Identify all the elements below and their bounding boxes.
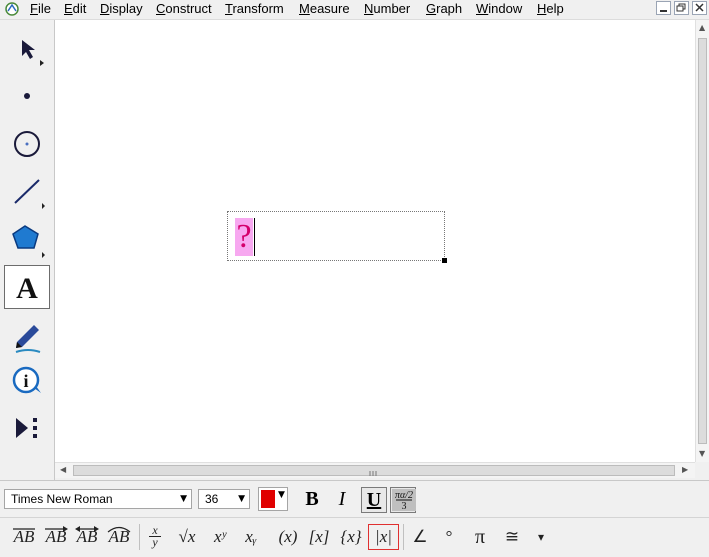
tool-polygon[interactable] — [4, 218, 50, 262]
menu-window[interactable]: Window — [474, 1, 524, 17]
line-notation-button[interactable]: AB — [73, 524, 101, 550]
text-color-swatch — [261, 490, 275, 508]
svg-text:πα/2: πα/2 — [395, 490, 413, 501]
menu-help[interactable]: Help — [535, 1, 566, 17]
text-tool-label: A — [16, 272, 38, 305]
absolute-value-button[interactable]: |x| — [368, 524, 399, 550]
text-palette: Times New Roman ▼ 36 ▼ ▼ B I U πα/2 3 AB… — [0, 480, 709, 557]
restore-button[interactable] — [674, 1, 689, 15]
chevron-down-icon: ▼ — [238, 494, 245, 504]
text-tool-icon: A — [16, 272, 38, 305]
degree-symbol-button[interactable]: ° — [438, 524, 460, 550]
divider — [403, 524, 404, 550]
congruent-symbol-button[interactable]: ≅ — [500, 524, 524, 550]
math-format-button[interactable]: πα/2 3 — [390, 487, 416, 513]
menu-transform[interactable]: Transform — [223, 1, 286, 17]
fraction-button[interactable]: x y — [146, 524, 164, 551]
text-caption-box[interactable]: ? — [227, 211, 447, 263]
chevron-down-icon: ▼ — [180, 494, 187, 504]
font-size-value: 36 — [205, 492, 219, 506]
information-icon: i — [12, 366, 41, 394]
toolbox: A i — [0, 20, 55, 480]
braces-button[interactable]: {x} — [337, 524, 365, 550]
parentheses-button[interactable]: (x) — [274, 524, 302, 550]
tool-information[interactable]: i — [4, 360, 50, 404]
arc-notation-button[interactable]: AB — [105, 524, 133, 550]
straightedge-icon — [14, 179, 45, 209]
math-symbols-row: AB AB AB AB x y √x xʸ xᵧ (x) [x] {x} |x|… — [0, 517, 709, 555]
svg-text:3: 3 — [402, 501, 407, 512]
polygon-icon — [12, 225, 45, 258]
minimize-button[interactable] — [656, 1, 671, 15]
custom-tool-icon — [16, 418, 37, 438]
scroll-left-icon[interactable]: ◀ — [60, 465, 66, 474]
math-format-icon: πα/2 3 — [392, 489, 416, 512]
superscript-button[interactable]: xʸ — [206, 524, 234, 550]
menu-construct[interactable]: Construct — [154, 1, 214, 17]
menu-number[interactable]: Number — [362, 1, 412, 17]
close-icon — [695, 3, 704, 12]
font-size-select[interactable]: 36 ▼ — [198, 489, 250, 509]
subscript-button[interactable]: xᵧ — [238, 524, 264, 550]
resize-handle[interactable] — [442, 258, 447, 263]
restore-icon — [676, 3, 686, 12]
tool-marker[interactable] — [4, 314, 50, 358]
sketchpad-app-icon — [5, 2, 19, 16]
tool-point[interactable] — [4, 74, 50, 118]
horizontal-scroll-thumb[interactable] — [73, 465, 675, 476]
marker-pen-icon — [15, 325, 41, 353]
scroll-down-icon[interactable]: ▼ — [699, 449, 705, 458]
tool-custom[interactable] — [4, 406, 50, 450]
more-symbols-button[interactable]: ▾ — [532, 524, 550, 550]
minimize-icon — [660, 10, 667, 12]
tool-compass[interactable] — [4, 122, 50, 166]
text-cursor — [254, 218, 255, 256]
scroll-up-icon[interactable]: ▲ — [699, 23, 705, 32]
chevron-down-icon: ▼ — [278, 490, 285, 500]
scroll-right-icon[interactable]: ▶ — [682, 465, 688, 474]
compass-circle-icon — [14, 131, 40, 157]
selection-arrow-icon — [22, 40, 44, 66]
brackets-button[interactable]: [x] — [305, 524, 333, 550]
horizontal-scrollbar[interactable]: ◀ ▶ — [55, 462, 695, 478]
math-placeholder[interactable]: ? — [235, 218, 253, 256]
text-color-button[interactable]: ▼ — [258, 487, 288, 511]
vertical-scrollbar[interactable]: ▲ ▼ — [695, 20, 709, 462]
arc-icon — [107, 526, 131, 533]
font-family-value: Times New Roman — [11, 492, 113, 506]
italic-button[interactable]: I — [329, 486, 355, 512]
menu-file[interactable]: File — [28, 1, 53, 17]
ray-arrow-icon — [45, 526, 68, 532]
line-arrows-icon — [75, 526, 99, 532]
tool-text[interactable]: A — [4, 265, 50, 309]
menu-edit[interactable]: Edit — [62, 1, 88, 17]
angle-symbol-button[interactable]: ∠ — [408, 524, 432, 550]
point-icon — [24, 93, 30, 99]
menu-bar: File Edit Display Construct Transform Me… — [0, 0, 709, 20]
underline-button[interactable]: U — [361, 487, 387, 513]
vertical-scroll-thumb[interactable] — [698, 38, 707, 444]
ray-notation-button[interactable]: AB — [42, 524, 70, 550]
menu-measure[interactable]: Measure — [297, 1, 352, 17]
segment-line-icon — [13, 528, 35, 530]
bold-button[interactable]: B — [299, 486, 325, 512]
information-label: i — [23, 371, 28, 391]
tool-selection-arrow[interactable] — [4, 26, 50, 70]
close-button[interactable] — [692, 1, 707, 15]
pi-symbol-button[interactable]: π — [468, 524, 492, 550]
tool-straightedge[interactable] — [4, 170, 50, 214]
grip-icon — [369, 471, 377, 476]
divider — [139, 524, 140, 550]
menu-graph[interactable]: Graph — [424, 1, 464, 17]
sketch-canvas[interactable]: ? — [55, 20, 695, 462]
font-family-select[interactable]: Times New Roman ▼ — [4, 489, 192, 509]
fraction-denominator: y — [152, 535, 158, 549]
menu-display[interactable]: Display — [98, 1, 145, 17]
square-root-button[interactable]: √x — [173, 524, 201, 550]
segment-notation-button[interactable]: AB — [10, 524, 38, 550]
